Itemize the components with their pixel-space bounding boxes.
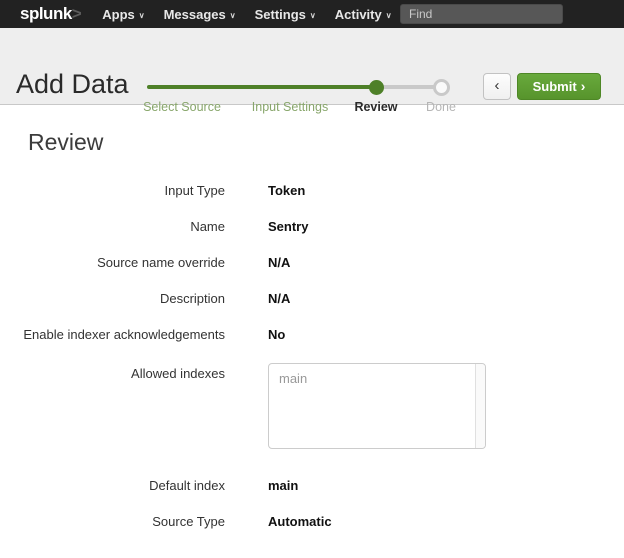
submit-button-label: Submit — [533, 79, 577, 94]
splunk-logo-caret-icon: > — [72, 4, 81, 23]
review-rows: Input Type Token Name Sentry Source name… — [0, 183, 624, 530]
review-page: Review Input Type Token Name Sentry Sour… — [0, 105, 624, 550]
row-label: Input Type — [0, 183, 225, 199]
nav-menu: Apps ∨ Messages ∨ Settings ∨ Activity ∨ — [102, 7, 391, 22]
row-value: Token — [268, 183, 305, 199]
listbox-scrollbar[interactable] — [475, 364, 485, 448]
review-row-input-type: Input Type Token — [0, 183, 624, 199]
row-value: Sentry — [268, 219, 308, 235]
review-heading: Review — [28, 129, 624, 156]
nav-item-label: Activity — [335, 7, 382, 22]
row-value: N/A — [268, 255, 290, 271]
stepper-dot-current — [369, 80, 384, 95]
review-row-allowed-indexes: Allowed indexes main — [0, 363, 624, 449]
review-row-source-name-override: Source name override N/A — [0, 255, 624, 271]
splunk-logo-text: splunk — [20, 4, 72, 23]
chevron-down-icon: ∨ — [386, 11, 392, 20]
nav-item-label: Settings — [255, 7, 306, 22]
page-title: Add Data — [16, 69, 129, 100]
row-label: Source name override — [0, 255, 225, 271]
review-row-indexer-acknowledgements: Enable indexer acknowledgements No — [0, 327, 624, 343]
row-value: Automatic — [268, 514, 332, 530]
nav-item-messages[interactable]: Messages ∨ — [164, 7, 236, 22]
row-label: Default index — [0, 478, 225, 494]
allowed-index-item: main — [269, 364, 485, 393]
chevron-left-icon: ‹ — [495, 77, 500, 94]
chevron-down-icon: ∨ — [230, 11, 236, 20]
row-value: N/A — [268, 291, 290, 307]
stepper-line-completed — [147, 85, 377, 89]
row-label: Allowed indexes — [0, 363, 225, 382]
add-data-header: Add Data Select Source Input Settings Re… — [0, 28, 624, 105]
chevron-down-icon: ∨ — [139, 11, 145, 20]
review-row-default-index: Default index main — [0, 478, 624, 494]
row-label: Enable indexer acknowledgements — [0, 327, 225, 343]
row-label: Source Type — [0, 514, 225, 530]
review-row-description: Description N/A — [0, 291, 624, 307]
nav-item-activity[interactable]: Activity ∨ — [335, 7, 392, 22]
row-label: Description — [0, 291, 225, 307]
chevron-right-icon: › — [581, 78, 586, 94]
submit-button[interactable]: Submit › — [517, 73, 601, 100]
top-nav: splunk> Apps ∨ Messages ∨ Settings ∨ Act… — [0, 0, 624, 28]
row-label: Name — [0, 219, 225, 235]
chevron-down-icon: ∨ — [310, 11, 316, 20]
nav-item-label: Messages — [164, 7, 226, 22]
stepper-dot-upcoming — [433, 79, 450, 96]
nav-item-settings[interactable]: Settings ∨ — [255, 7, 316, 22]
review-row-name: Name Sentry — [0, 219, 624, 235]
row-value: No — [268, 327, 285, 343]
row-value: main — [268, 478, 298, 494]
nav-item-label: Apps — [102, 7, 135, 22]
allowed-indexes-listbox[interactable]: main — [268, 363, 486, 449]
nav-item-apps[interactable]: Apps ∨ — [102, 7, 144, 22]
stepper-line-upcoming — [377, 85, 439, 89]
find-input[interactable] — [400, 4, 563, 24]
review-row-source-type: Source Type Automatic — [0, 514, 624, 530]
splunk-logo[interactable]: splunk> — [20, 4, 81, 24]
back-button[interactable]: ‹ — [483, 73, 511, 100]
